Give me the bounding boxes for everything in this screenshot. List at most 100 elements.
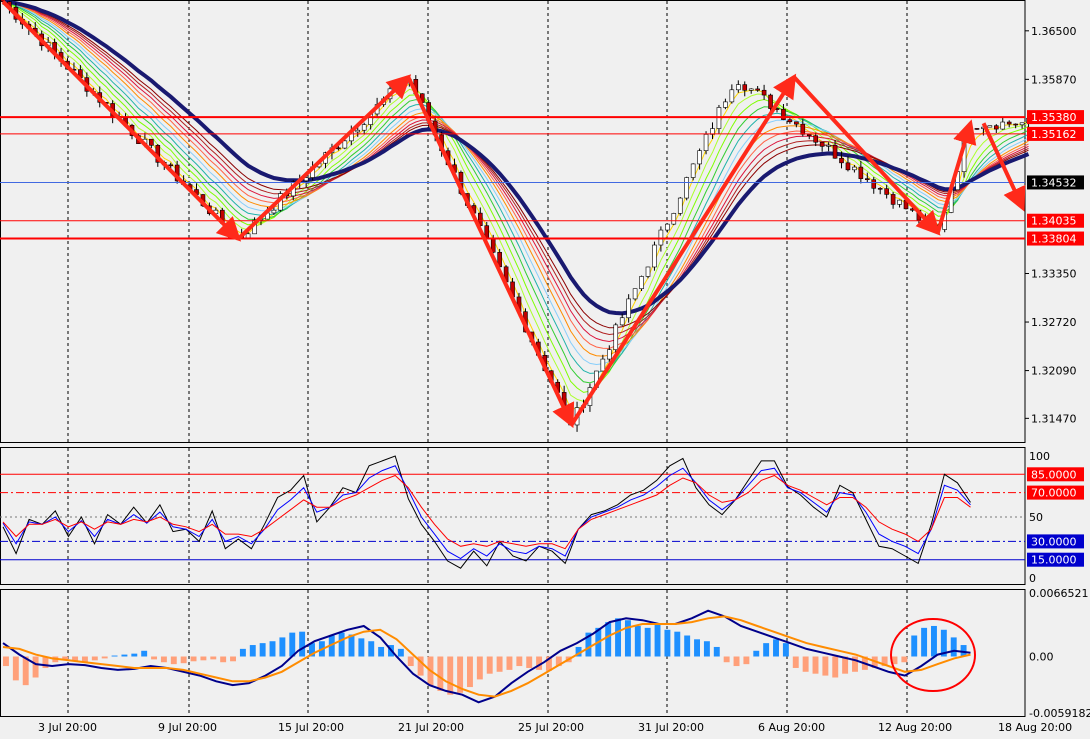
macd-bar (141, 650, 148, 657)
macd-bar (210, 656, 217, 660)
macd-bar (723, 656, 730, 663)
candle-body (1019, 122, 1025, 126)
candle-body (600, 358, 606, 372)
candle-body (626, 298, 631, 319)
candle-body (755, 88, 760, 91)
macd-bar (249, 645, 256, 657)
macd-tick-label: 0.0066521 (1029, 587, 1089, 600)
candle-body (619, 317, 625, 326)
candle-body (690, 163, 696, 178)
candle-body (884, 188, 889, 195)
macd-bar (368, 641, 375, 657)
level-label: 1.34035 (1031, 215, 1077, 228)
macd-bar (832, 656, 839, 678)
macd-bar (200, 656, 207, 661)
candle-body (761, 89, 767, 96)
candle-body (1013, 123, 1018, 126)
macd-bar (733, 656, 740, 667)
macd-bar (131, 653, 138, 657)
candle-body (665, 223, 670, 231)
y-tick-label: 1.32090 (1031, 365, 1077, 378)
candle-body (742, 84, 748, 91)
level-label: 1.35162 (1031, 128, 1077, 141)
candle-body (974, 128, 980, 130)
macd-bar (447, 656, 454, 695)
chart-window[interactable]: 1.35380 1.35162 1.34035 1.33804 1.34532 1.365… (0, 0, 1090, 735)
macd-bar (160, 656, 167, 663)
macd-bar (239, 648, 246, 657)
x-tick-label: 12 Aug 20:00 (878, 721, 952, 734)
candle-body (1006, 121, 1012, 125)
stoch-tick-label: 0 (1029, 572, 1036, 585)
candle-body (845, 162, 851, 171)
macd-bar (22, 656, 29, 686)
candle-body (993, 125, 999, 130)
candle-body (813, 135, 819, 143)
macd-bar (338, 632, 345, 657)
candle-body (871, 179, 877, 189)
x-tick-label: 9 Jul 20:00 (158, 721, 217, 734)
macd-bar (654, 624, 661, 657)
macd-bar (437, 656, 444, 691)
macd-bar (506, 656, 513, 670)
macd-bar (664, 629, 671, 657)
candle-body (794, 121, 799, 125)
macd-bar (822, 656, 829, 676)
y-tick-label: 1.32720 (1031, 316, 1077, 329)
candle-body (697, 150, 702, 165)
macd-bar (763, 643, 770, 657)
candle-body (1000, 121, 1006, 130)
macd-tick-label: -0.0059182 (1029, 707, 1090, 720)
candle-body (671, 213, 677, 225)
macd-tick-label: 0.00 (1029, 651, 1054, 664)
macd-bar (12, 656, 19, 681)
y-tick-label: 1.33350 (1031, 268, 1077, 281)
macd-bar (151, 656, 158, 660)
stoch-tick-label: 50 (1029, 511, 1043, 524)
candle-body (342, 140, 348, 149)
macd-bar (792, 656, 799, 668)
candle-body (336, 147, 341, 150)
candle-body (768, 94, 773, 109)
macd-bar (476, 656, 483, 680)
stoch-level-label: 30.0000 (1031, 535, 1077, 548)
candle-body (877, 187, 883, 190)
candle-body (864, 178, 870, 181)
macd-bar (358, 638, 365, 657)
macd-bar (931, 625, 937, 657)
macd-bar (121, 654, 128, 657)
macd-bar (615, 618, 622, 657)
macd-bar (101, 656, 108, 659)
candle-body (890, 194, 896, 205)
stoch-tick-label: 100 (1029, 450, 1050, 463)
x-tick-label: 31 Jul 20:00 (638, 721, 704, 734)
candle-body (245, 233, 251, 239)
candle-body (606, 349, 612, 360)
level-label: 1.35380 (1031, 111, 1077, 124)
macd-bar (299, 631, 306, 657)
y-tick-label: 1.36500 (1031, 25, 1077, 38)
candle-body (787, 119, 793, 123)
candle-body (355, 129, 361, 133)
macd-bar (348, 634, 355, 657)
candle-body (632, 288, 638, 300)
macd-bar (901, 656, 908, 663)
macd-bar (713, 646, 720, 657)
x-tick-label: 25 Jul 20:00 (518, 721, 584, 734)
macd-bar (674, 631, 681, 657)
macd-bar (516, 656, 523, 667)
chart-canvas[interactable]: 1.35380 1.35162 1.34035 1.33804 1.34532 1.365… (0, 0, 1090, 735)
macd-bar (911, 635, 918, 657)
candle-body (839, 157, 844, 164)
macd-bar (605, 622, 612, 657)
candle-body (613, 324, 619, 350)
candle-body (652, 244, 657, 268)
candle-body (826, 144, 831, 147)
candle-body (645, 266, 651, 277)
macd-bar (170, 656, 177, 665)
y-tick-label: 1.31470 (1031, 412, 1077, 425)
candle-body (149, 138, 154, 146)
macd-bar (624, 620, 631, 657)
macd-bar (269, 641, 276, 657)
macd-bar (684, 635, 691, 657)
